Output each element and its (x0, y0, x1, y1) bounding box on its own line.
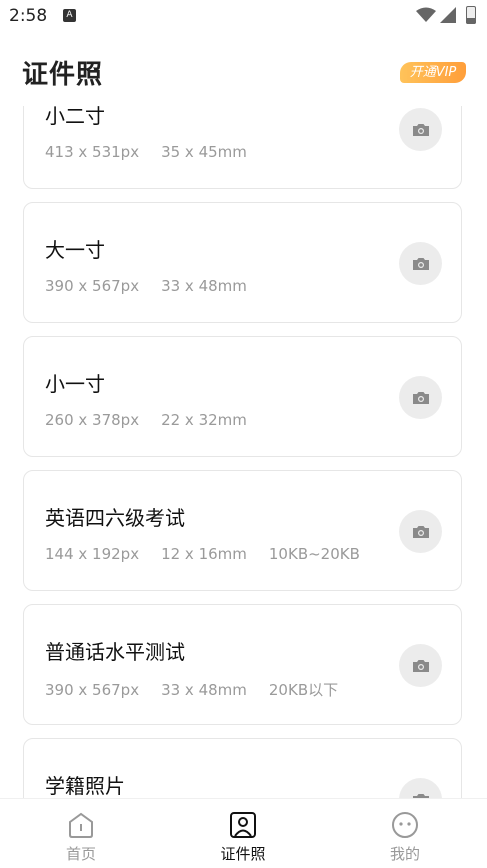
pixel-size: 390 x 567px (45, 277, 140, 295)
pixel-size: 144 x 192px (45, 545, 140, 563)
page-title: 证件照 (22, 60, 104, 90)
wifi-icon (416, 7, 436, 22)
camera-button[interactable] (399, 778, 442, 798)
camera-button[interactable] (399, 510, 442, 553)
camera-button[interactable] (399, 242, 442, 285)
physical-size: 35 x 45mm (161, 143, 247, 161)
camera-icon (412, 659, 429, 672)
pixel-size: 413 x 531px (45, 143, 140, 161)
card-title: 小二寸 (45, 106, 105, 128)
status-time: 2:58 (9, 6, 48, 26)
id-photo-icon (230, 812, 256, 838)
file-size: 10KB~20KB (268, 545, 360, 563)
file-size: 20KB以下 (268, 681, 339, 699)
camera-icon (412, 391, 429, 404)
notification-icon: A (63, 9, 76, 22)
photo-size-list[interactable]: 小二寸 413 x 531px 35 x 45mm 大一寸 390 x 567px… (0, 106, 487, 798)
camera-icon (412, 257, 429, 270)
camera-icon (412, 123, 429, 136)
list-item[interactable]: 普通话水平测试 390 x 567px 33 x 48mm 20KB以下 (23, 604, 462, 725)
signal-icon (440, 7, 456, 23)
physical-size: 22 x 32mm (161, 411, 247, 429)
physical-size: 33 x 48mm (161, 277, 247, 295)
camera-button[interactable] (399, 108, 442, 151)
tab-id-photo[interactable]: 证件照 (183, 799, 303, 868)
list-item[interactable]: 英语四六级考试 144 x 192px 12 x 16mm 10KB~20KB (23, 470, 462, 591)
home-icon (69, 812, 93, 838)
card-specs: 144 x 192px 12 x 16mm 10KB~20KB (45, 545, 382, 563)
camera-icon (412, 525, 429, 538)
tab-profile[interactable]: 我的 (345, 799, 465, 868)
list-item[interactable]: 小一寸 260 x 378px 22 x 32mm (23, 336, 462, 457)
card-title: 普通话水平测试 (45, 640, 185, 664)
pixel-size: 390 x 567px (45, 681, 140, 699)
card-title: 学籍照片 (45, 774, 125, 798)
header: 证件照 开通VIP (0, 34, 487, 106)
card-title: 英语四六级考试 (45, 506, 185, 530)
list-item[interactable]: 学籍照片 (23, 738, 462, 798)
tab-label: 我的 (389, 845, 420, 863)
list-item[interactable]: 小二寸 413 x 531px 35 x 45mm (23, 106, 462, 189)
card-title: 大一寸 (45, 238, 105, 262)
card-specs: 390 x 567px 33 x 48mm (45, 277, 269, 295)
status-bar: 2:58 A (0, 0, 487, 34)
vip-button[interactable]: 开通VIP (400, 62, 466, 83)
camera-button[interactable] (399, 644, 442, 687)
bottom-tab-bar: 首页 证件照 我的 (0, 798, 487, 868)
battery-icon (466, 6, 476, 24)
physical-size: 33 x 48mm (161, 681, 247, 699)
card-specs: 260 x 378px 22 x 32mm (45, 411, 269, 429)
tab-label: 首页 (65, 845, 96, 863)
card-title: 小一寸 (45, 372, 105, 396)
pixel-size: 260 x 378px (45, 411, 140, 429)
physical-size: 12 x 16mm (161, 545, 247, 563)
profile-icon (392, 812, 418, 838)
camera-button[interactable] (399, 376, 442, 419)
card-specs: 413 x 531px 35 x 45mm (45, 143, 269, 161)
tab-home[interactable]: 首页 (21, 799, 141, 868)
card-specs: 390 x 567px 33 x 48mm 20KB以下 (45, 679, 360, 700)
tab-label: 证件照 (220, 845, 266, 863)
list-item[interactable]: 大一寸 390 x 567px 33 x 48mm (23, 202, 462, 323)
